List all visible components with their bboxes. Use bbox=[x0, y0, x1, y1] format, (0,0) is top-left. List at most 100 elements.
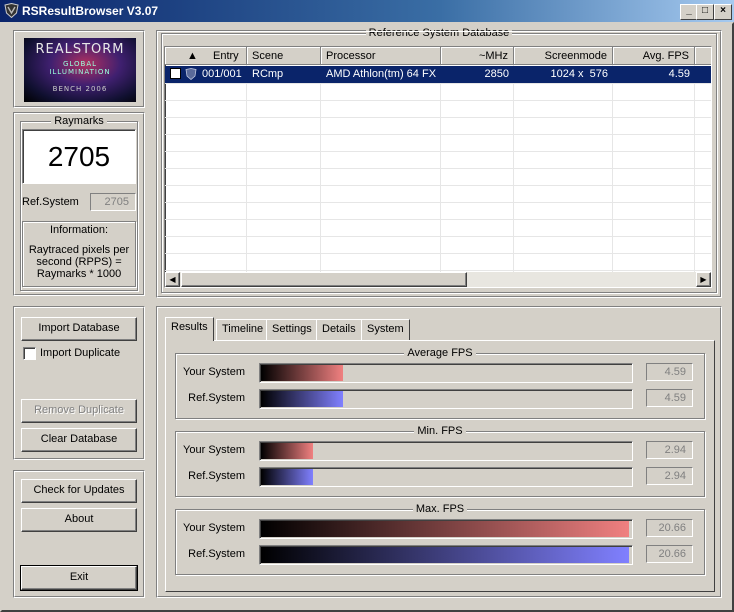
your-system-bar-fill bbox=[261, 443, 313, 459]
ref-system-bar-fill bbox=[261, 547, 629, 563]
ref-system-value: 20.66 bbox=[646, 545, 693, 563]
import-duplicate-label[interactable]: Import Duplicate bbox=[40, 347, 120, 359]
scroll-right-button[interactable]: ▶ bbox=[696, 272, 711, 287]
import-database-button[interactable]: Import Database bbox=[21, 317, 137, 341]
fps-group-title: Min. FPS bbox=[176, 425, 704, 437]
grid-line-horizontal bbox=[165, 100, 711, 101]
database-panel: Import Database Import Duplicate Remove … bbox=[13, 306, 145, 460]
fps-group-title: Max. FPS bbox=[176, 503, 704, 515]
information-title: Information: bbox=[49, 224, 109, 236]
ref-system-label: Ref.System bbox=[22, 196, 79, 208]
ref-system-value: 2.94 bbox=[646, 467, 693, 485]
grid-line-horizontal bbox=[165, 253, 711, 254]
scrollbar-thumb[interactable] bbox=[181, 272, 467, 287]
maximize-icon: □ bbox=[701, 5, 709, 16]
arrow-left-icon: ◀ bbox=[169, 275, 176, 284]
ref-system-bar bbox=[259, 545, 633, 565]
cell-entry: 001/001 bbox=[202, 68, 242, 80]
tab-settings[interactable]: Settings bbox=[266, 319, 318, 340]
maximize-button[interactable]: □ bbox=[696, 4, 714, 20]
arrow-right-icon: ▶ bbox=[700, 275, 707, 284]
row-shield-icon bbox=[185, 68, 197, 80]
column-header-entry[interactable]: ▲ Entry bbox=[165, 47, 247, 65]
grid-line-horizontal bbox=[165, 134, 711, 135]
minimize-icon: _ bbox=[686, 5, 692, 16]
tab-system[interactable]: System bbox=[361, 319, 410, 340]
table-row[interactable]: 001/001 RCmp AMD Athlon(tm) 64 FX 2850 1… bbox=[165, 66, 711, 83]
logo-text-bench: BENCH 2006 bbox=[52, 85, 108, 93]
ref-system-bar-fill bbox=[261, 469, 313, 485]
window-title: RSResultBrowser V3.07 bbox=[22, 4, 159, 18]
your-system-label: Your System bbox=[183, 444, 245, 456]
tab-results[interactable]: Results bbox=[165, 317, 214, 341]
ref-system-bar bbox=[259, 389, 633, 409]
cell-mhz: 2850 bbox=[484, 68, 509, 80]
check-updates-button[interactable]: Check for Updates bbox=[21, 479, 137, 503]
reference-db-title: Reference System Database bbox=[162, 27, 716, 39]
grid-line-horizontal bbox=[165, 202, 711, 203]
tab-details[interactable]: Details bbox=[316, 319, 362, 340]
ref-system-value: 4.59 bbox=[646, 389, 693, 407]
column-header-scene[interactable]: Scene bbox=[247, 47, 321, 65]
your-system-label: Your System bbox=[183, 522, 245, 534]
misc-panel: Check for Updates About Exit bbox=[13, 470, 145, 598]
raymarks-panel: Raymarks 2705 Ref.System 2705 Informatio… bbox=[13, 112, 145, 296]
ref-system-bar bbox=[259, 467, 633, 487]
grid-line-horizontal bbox=[165, 270, 711, 271]
column-header-mhz[interactable]: ~MHz bbox=[441, 47, 514, 65]
results-table[interactable]: ▲ Entry Scene Processor ~MHz Screenmode … bbox=[164, 46, 712, 288]
column-header-processor[interactable]: Processor bbox=[321, 47, 441, 65]
cell-screenmode: 1024 x 576 bbox=[550, 68, 609, 80]
information-box: Information: Raytraced pixels per second… bbox=[22, 221, 136, 287]
grid-line-horizontal bbox=[165, 117, 711, 118]
logo-text-illumination: ILLUMINATION bbox=[49, 68, 111, 76]
your-system-value: 2.94 bbox=[646, 441, 693, 459]
logo-text-title: REALSTORM bbox=[35, 42, 125, 57]
cell-avg-fps: 4.59 bbox=[668, 68, 690, 80]
close-icon: × bbox=[720, 5, 726, 16]
fps-group-title: Average FPS bbox=[176, 347, 704, 359]
title-bar[interactable]: RSResultBrowser V3.07 _ □ × bbox=[0, 0, 734, 22]
logo-text-global: GLOBAL bbox=[62, 60, 98, 68]
cell-processor: AMD Athlon(tm) 64 FX bbox=[326, 68, 437, 80]
your-system-value: 20.66 bbox=[646, 519, 693, 537]
logo-panel: REALSTORM GLOBAL ILLUMINATION BENCH 2006 bbox=[13, 30, 145, 108]
column-header-filler bbox=[695, 47, 711, 65]
your-system-bar bbox=[259, 441, 633, 461]
your-system-value: 4.59 bbox=[646, 363, 693, 381]
reference-db-panel: Reference System Database ▲ Entry Scene … bbox=[156, 27, 722, 298]
exit-button[interactable]: Exit bbox=[20, 565, 138, 591]
tab-timeline[interactable]: Timeline bbox=[216, 319, 270, 340]
column-header-screenmode[interactable]: Screenmode bbox=[514, 47, 613, 65]
your-system-bar-fill bbox=[261, 365, 343, 381]
column-header-avg-fps[interactable]: Avg. FPS bbox=[613, 47, 695, 65]
horizontal-scrollbar[interactable]: ◀ ▶ bbox=[165, 272, 711, 287]
grid-line-horizontal bbox=[165, 219, 711, 220]
import-duplicate-checkbox[interactable] bbox=[23, 347, 36, 360]
information-text: Raytraced pixels per second (RPPS) = Ray… bbox=[28, 244, 130, 280]
ref-system-label: Ref.System bbox=[188, 470, 245, 482]
cell-scene: RCmp bbox=[252, 68, 284, 80]
remove-duplicate-button[interactable]: Remove Duplicate bbox=[21, 399, 137, 423]
your-system-bar bbox=[259, 519, 633, 539]
grid-line-horizontal bbox=[165, 236, 711, 237]
close-button[interactable]: × bbox=[714, 4, 732, 20]
app-shield-icon bbox=[4, 3, 19, 18]
grid-line-horizontal bbox=[165, 168, 711, 169]
raymarks-value: 2705 bbox=[22, 129, 136, 184]
realstorm-logo: REALSTORM GLOBAL ILLUMINATION BENCH 2006 bbox=[24, 38, 136, 102]
ref-system-value: 2705 bbox=[90, 193, 136, 211]
clear-database-button[interactable]: Clear Database bbox=[21, 428, 137, 452]
about-button[interactable]: About bbox=[21, 508, 137, 532]
your-system-bar bbox=[259, 363, 633, 383]
sort-ascending-icon: ▲ bbox=[187, 50, 198, 62]
grid-line-horizontal bbox=[165, 83, 711, 84]
tabs-panel: Results Timeline Settings Details System… bbox=[156, 306, 722, 598]
grid-line-horizontal bbox=[165, 185, 711, 186]
scroll-left-button[interactable]: ◀ bbox=[165, 272, 180, 287]
row-checkbox[interactable] bbox=[170, 68, 181, 79]
tab-strip: Results Timeline Settings Details System bbox=[165, 317, 715, 341]
ref-system-bar-fill bbox=[261, 391, 343, 407]
ref-system-label: Ref.System bbox=[188, 548, 245, 560]
ref-system-label: Ref.System bbox=[188, 392, 245, 404]
